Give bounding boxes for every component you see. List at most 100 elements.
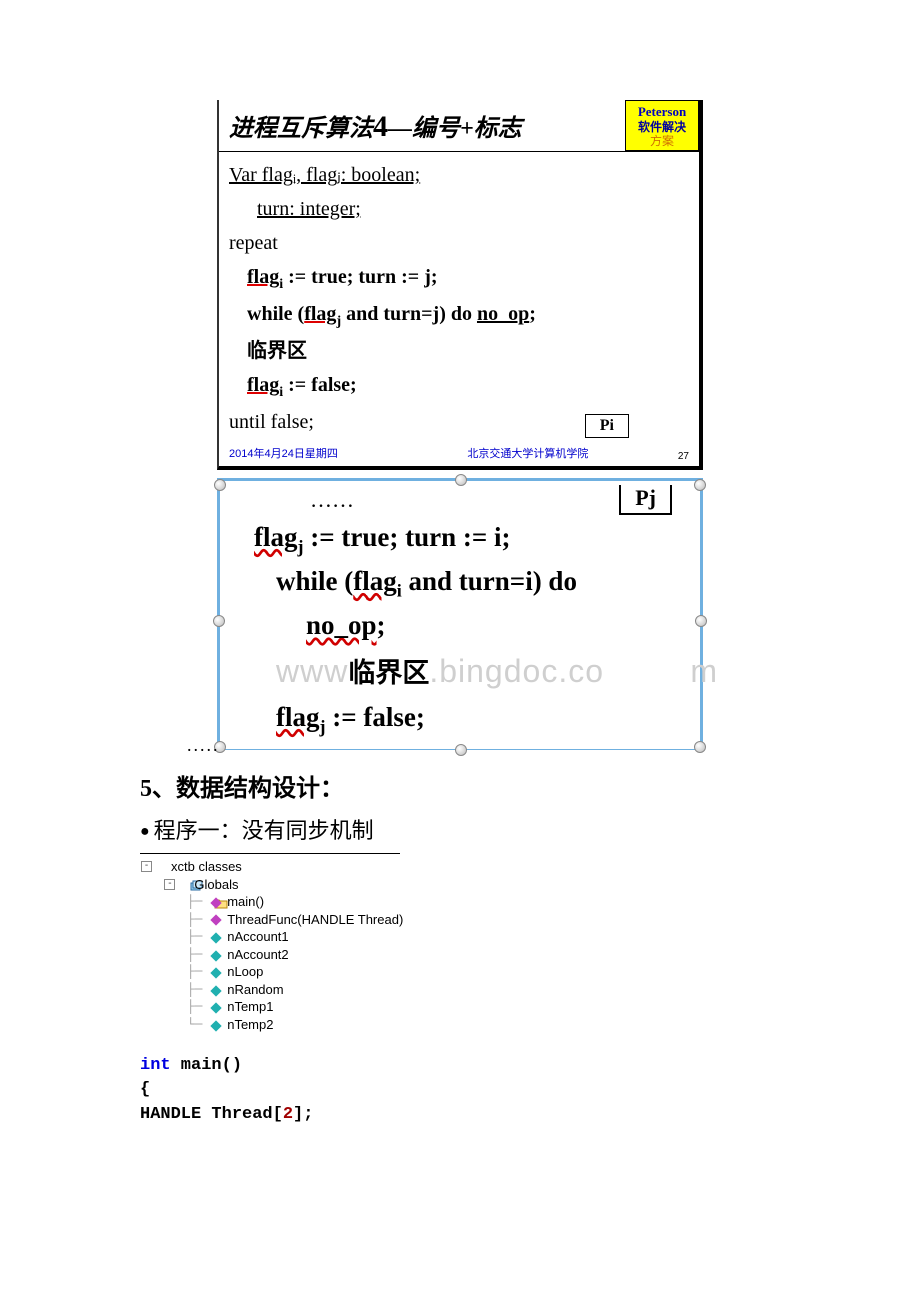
selection-handle-icon — [455, 474, 467, 486]
num-2: 2 — [283, 1105, 293, 1124]
tree-item-label: main() — [227, 893, 264, 911]
tree-root[interactable]: - xctb classes — [140, 858, 780, 876]
tree-item[interactable]: ├─ nAccount1 — [140, 928, 780, 946]
flag-j: flag — [304, 303, 336, 325]
semi: ; — [529, 303, 536, 325]
variable-icon — [210, 984, 224, 996]
slide1-title: 进程互斥算法4—编号+标志 — [219, 100, 625, 151]
footer-date: 2014年4月24日星期四 — [229, 445, 338, 462]
watermark-2: .bingdoc.co — [429, 653, 604, 689]
variable-icon — [210, 1019, 224, 1031]
function-icon — [210, 896, 224, 908]
tree-item[interactable]: ├─ nLoop — [140, 963, 780, 981]
ellipsis-left: ..... — [187, 735, 220, 756]
tree-globals[interactable]: - Globals — [140, 876, 780, 894]
var-decl: Var flagᵢ, flagⱼ: boolean; — [229, 164, 420, 186]
watermark-3: m — [690, 647, 718, 697]
tree-item-label: nRandom — [227, 981, 283, 999]
tree-item[interactable]: ├─ nRandom — [140, 981, 780, 999]
function-icon — [210, 913, 224, 925]
flag-j-1: flag — [254, 522, 298, 552]
slide1-footer: 2014年4月24日星期四 北京交通大学计算机学院 27 — [219, 443, 699, 466]
critical-section: 临界区 — [229, 334, 689, 368]
while-cond: and turn=j) do — [341, 303, 477, 325]
turn-decl: turn: integer; — [257, 198, 361, 220]
code-snippet: int main() { HANDLE Thread[2]; — [140, 1054, 780, 1128]
flag-j-2: flag — [276, 702, 320, 732]
assign-2: := true; turn := i; — [304, 522, 511, 552]
pj-label: Pj — [619, 485, 672, 515]
tree-item[interactable]: ├─ nTemp1 — [140, 998, 780, 1016]
handle-decl-a: HANDLE Thread[ — [140, 1105, 283, 1124]
selection-handle-icon — [694, 741, 706, 753]
variable-icon — [210, 949, 224, 961]
collapse-icon[interactable]: - — [164, 879, 175, 890]
variable-icon — [210, 1001, 224, 1013]
title-part2: —编号+标志 — [388, 116, 522, 142]
tree-item-label: nAccount1 — [227, 928, 288, 946]
slide2-code: flagj := true; turn := i; while (flagi a… — [220, 515, 700, 749]
tree-globals-label: Globals — [194, 876, 238, 894]
selection-handle-icon — [455, 744, 467, 756]
selection-handle-icon — [213, 615, 225, 627]
tree-item-label: nTemp2 — [227, 1016, 273, 1034]
selection-handle-icon — [214, 479, 226, 491]
slide-peterson-pi: 进程互斥算法4—编号+标志 Peterson 软件解决 方案 Var flagᵢ… — [217, 100, 703, 470]
code-line: int main() — [140, 1054, 780, 1079]
no-op-2: no_op — [306, 610, 377, 640]
variable-icon — [210, 966, 224, 978]
peterson-l2: 软件解决 — [628, 120, 696, 134]
flag-i-w: flag — [353, 566, 397, 596]
main-sig: main() — [171, 1056, 242, 1075]
pi-label: Pi — [585, 414, 629, 438]
peterson-l3: 方案 — [628, 134, 696, 148]
section-5-sub: ●程序一：没有同步机制 — [140, 813, 780, 845]
while-open-2: while ( — [276, 566, 353, 596]
tree-item-label: ThreadFunc(HANDLE Thread) — [227, 911, 403, 929]
section-5-heading: 5、数据结构设计： — [140, 768, 780, 803]
while-cond-2: and turn=i) do — [402, 566, 577, 596]
classes-icon — [154, 861, 168, 873]
folder-icon — [177, 878, 191, 890]
tree-item[interactable]: └─ nTemp2 — [140, 1016, 780, 1034]
tree-item-label: nAccount2 — [227, 946, 288, 964]
variable-icon — [210, 931, 224, 943]
divider — [140, 853, 400, 854]
watermark-1: www — [276, 653, 348, 689]
slide1-title-row: 进程互斥算法4—编号+标志 Peterson 软件解决 方案 — [219, 100, 699, 152]
section-5-sub-text: 程序一：没有同步机制 — [154, 818, 374, 843]
assign-false: := false; — [283, 374, 357, 396]
title-num: 4 — [373, 110, 388, 143]
selection-handle-icon — [694, 479, 706, 491]
bullet-icon: ● — [140, 823, 154, 840]
critical-section-2: 临界区 — [348, 658, 429, 688]
flag-i-1: flag — [247, 266, 279, 288]
collapse-icon[interactable]: - — [141, 861, 152, 872]
repeat: repeat — [229, 226, 689, 260]
footer-page: 27 — [678, 445, 689, 462]
slide-peterson-pj-wrap: Pj …… flagj := true; turn := i; while (f… — [217, 478, 703, 750]
classview-tree: - xctb classes - Globals ├─ main() ├─ Th… — [140, 858, 780, 1033]
tree-item[interactable]: ├─ ThreadFunc(HANDLE Thread) — [140, 911, 780, 929]
tree-item-label: nLoop — [227, 963, 263, 981]
slide1-code: Var flagᵢ, flagⱼ: boolean; turn: integer… — [219, 152, 699, 442]
no-op: no_op — [477, 303, 529, 325]
slide-peterson-pj: Pj …… flagj := true; turn := i; while (f… — [217, 478, 703, 750]
kw-int: int — [140, 1056, 171, 1075]
while-open: while ( — [247, 303, 304, 325]
assign-1: := true; turn := j; — [283, 266, 437, 288]
code-line: HANDLE Thread[2]; — [140, 1103, 780, 1128]
section-5: 5、数据结构设计： ●程序一：没有同步机制 - xctb classes - G… — [140, 768, 780, 1127]
peterson-badge: Peterson 软件解决 方案 — [625, 100, 699, 151]
tree-root-label: xctb classes — [171, 858, 242, 876]
tree-item[interactable]: ├─ nAccount2 — [140, 946, 780, 964]
selection-handle-icon — [695, 615, 707, 627]
peterson-l1: Peterson — [628, 104, 696, 120]
flag-i-2: flag — [247, 374, 279, 396]
semi-2: ; — [377, 610, 386, 640]
footer-mid: 北京交通大学计算机学院 — [427, 445, 588, 462]
code-line: { — [140, 1078, 780, 1103]
assign-false-2: := false; — [326, 702, 425, 732]
tree-item[interactable]: ├─ main() — [140, 893, 780, 911]
tree-item-label: nTemp1 — [227, 998, 273, 1016]
